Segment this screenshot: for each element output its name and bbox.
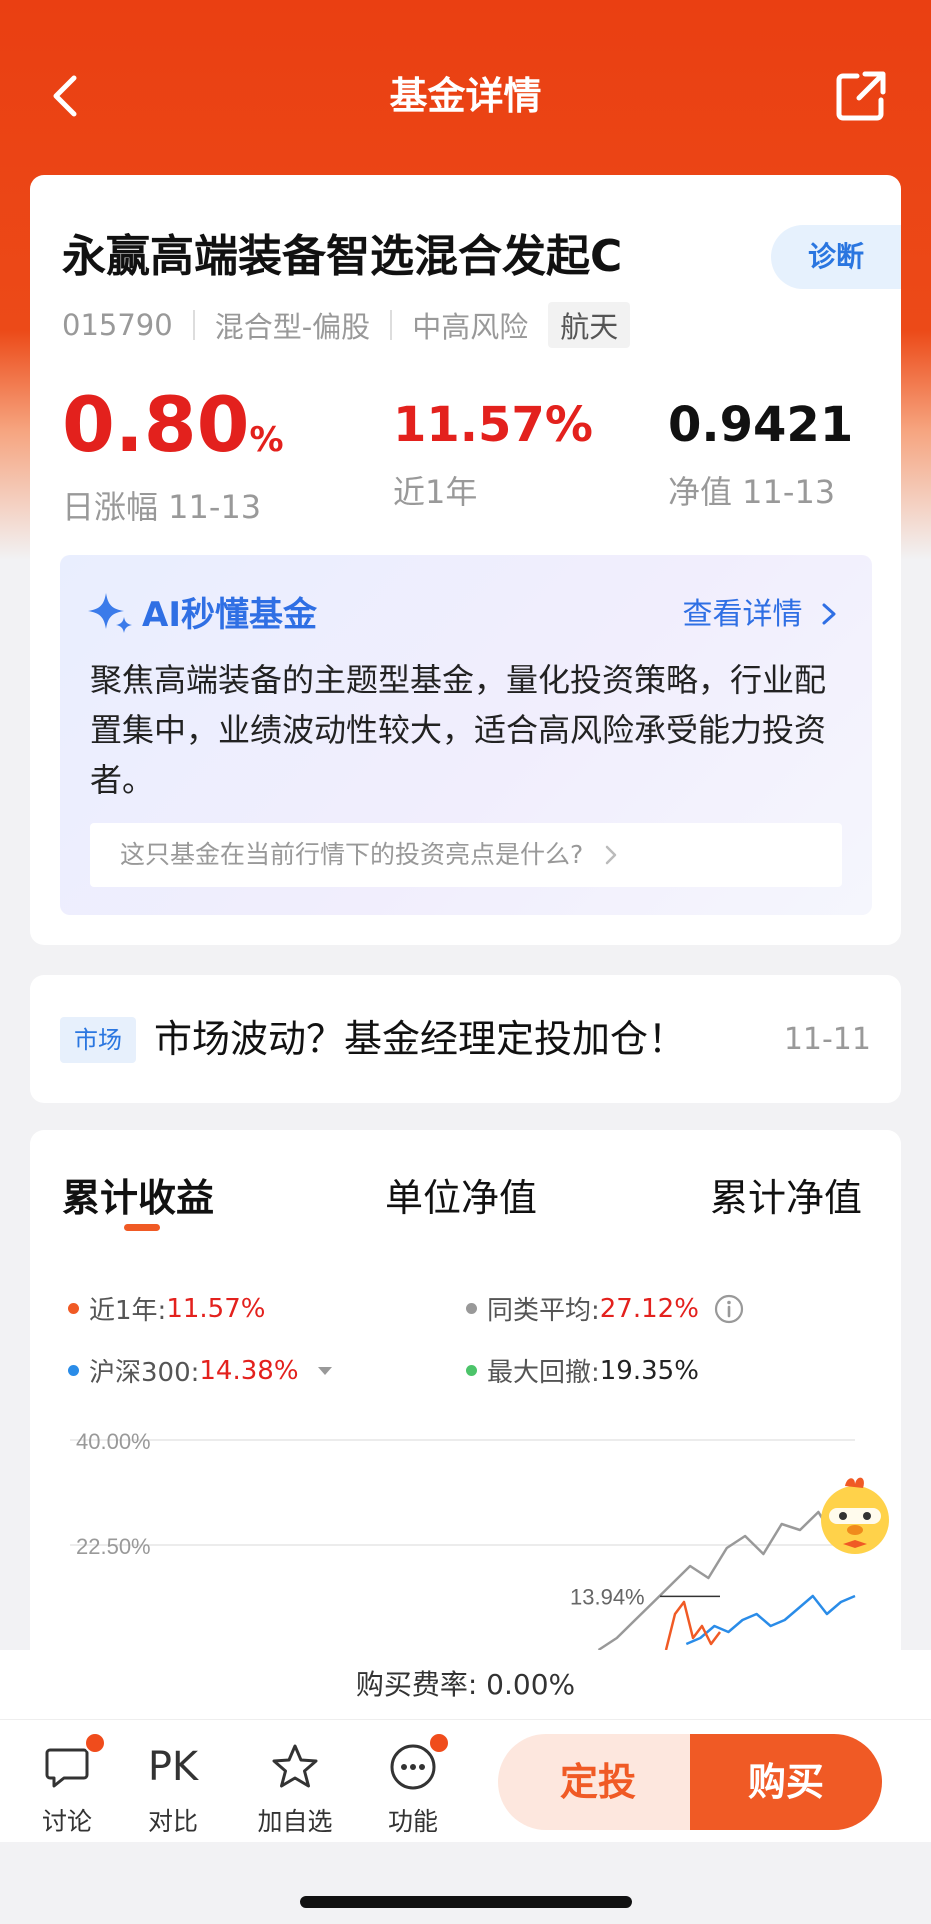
tab-unit-nav[interactable]: 单位净值 <box>385 1170 537 1226</box>
compare-button[interactable]: PK 对比 <box>128 1738 218 1838</box>
news-headline: 市场波动？基金经理定投加仓！ <box>154 1017 687 1061</box>
discuss-button[interactable]: 讨论 <box>22 1732 112 1838</box>
ai-view-details-label: 查看详情 <box>682 597 803 632</box>
performance-chart-card: 累计收益 单位净值 累计净值 近1年: 11.57% 同类平均: 27.12% 沪深… <box>30 1130 901 1670</box>
year-return-label: 近1年 <box>393 473 478 511</box>
home-indicator <box>300 1896 632 1908</box>
tab-cumulative-return[interactable]: 累计收益 <box>62 1170 214 1226</box>
legend-label: 同类平均: <box>487 1296 600 1326</box>
chart-tabs: 累计收益 单位净值 累计净值 <box>30 1170 901 1250</box>
nav-stat: 0.9421 净值 11-13 <box>668 380 853 514</box>
news-item[interactable]: 市场 市场波动？基金经理定投加仓！ 11-11 <box>30 975 901 1103</box>
daily-change-value: 0.80 <box>62 380 250 469</box>
legend-value: 27.12% <box>599 1293 699 1324</box>
purchase-fee: 购买费率: 0.00% <box>0 1650 931 1720</box>
chevron-right-icon <box>822 603 836 625</box>
share-icon[interactable] <box>831 66 891 126</box>
theme-tag[interactable]: 航天 <box>548 302 631 348</box>
add-watchlist-label: 加自选 <box>257 1807 333 1836</box>
year-return-stat: 11.57% 近1年 <box>393 380 593 514</box>
functions-button[interactable]: 功能 <box>368 1732 458 1838</box>
fund-meta: 015790 混合型-偏股 中高风险 航天 <box>62 302 631 348</box>
series-line <box>664 1600 721 1651</box>
ai-suggested-question[interactable]: 这只基金在当前行情下的投资亮点是什么? <box>90 823 842 887</box>
active-tab-indicator <box>124 1224 160 1231</box>
news-tag: 市场 <box>60 1017 136 1063</box>
daily-change-stat: 0.80% 日涨幅 11-13 <box>62 380 284 529</box>
diagnose-button[interactable]: 诊断 <box>771 225 901 289</box>
legend-fund: 近1年: 11.57% <box>68 1290 265 1327</box>
legend-label: 沪深300: <box>89 1358 200 1388</box>
divider <box>192 310 195 340</box>
legend-dot <box>466 1303 477 1314</box>
fund-code: 015790 <box>62 308 173 342</box>
notification-badge <box>428 1732 450 1754</box>
star-icon <box>272 1744 318 1788</box>
legend-dot <box>68 1365 79 1376</box>
series-line <box>685 1594 856 1646</box>
legend-value: 19.35% <box>599 1355 699 1386</box>
ai-view-details-link[interactable]: 查看详情 <box>682 589 838 633</box>
ai-summary-text: 聚焦高端装备的主题型基金，量化投资策略，行业配置集中，业绩波动性较大，适合高风险… <box>90 661 827 799</box>
legend-peer-average: 同类平均: 27.12% <box>466 1290 745 1327</box>
tab-cumulative-nav[interactable]: 累计净值 <box>710 1170 862 1226</box>
y-tick-label: 22.50% <box>76 1534 151 1559</box>
chat-icon <box>45 1748 89 1788</box>
buy-button[interactable]: 购买 <box>690 1734 882 1830</box>
legend-label: 最大回撤: <box>487 1358 600 1388</box>
fund-type: 混合型-偏股 <box>214 310 371 344</box>
legend-value: 14.38% <box>199 1355 299 1386</box>
info-icon[interactable] <box>713 1293 745 1325</box>
add-watchlist-button[interactable]: 加自选 <box>250 1738 340 1838</box>
divider <box>390 310 393 340</box>
legend-value: 11.57% <box>166 1293 266 1324</box>
nav-label: 净值 11-13 <box>668 473 836 511</box>
assistant-mascot-icon[interactable] <box>809 1470 901 1562</box>
chevron-right-icon <box>605 845 617 865</box>
compare-label: 对比 <box>147 1807 198 1836</box>
fund-risk: 中高风险 <box>412 310 529 344</box>
daily-change-label: 日涨幅 11-13 <box>62 488 262 526</box>
fund-summary-card: 永赢高端装备智选混合发起C 诊断 015790 混合型-偏股 中高风险 航天 0… <box>30 175 901 945</box>
fund-name: 永赢高端装备智选混合发起C <box>62 231 623 282</box>
y-tick-label: 40.00% <box>76 1429 151 1454</box>
ai-summary-panel: AI秒懂基金 查看详情 聚焦高端装备的主题型基金，量化投资策略，行业配置集中，业… <box>60 555 872 915</box>
notification-badge <box>84 1732 106 1754</box>
bottom-action-bar: 讨论 PK 对比 加自选 功能 定投 购买 <box>0 1720 931 1842</box>
home-indicator-area <box>0 1842 931 1924</box>
ai-title: AI秒懂基金 <box>142 595 317 635</box>
functions-label: 功能 <box>387 1807 438 1836</box>
pk-icon: PK <box>147 1744 199 1790</box>
year-return-value: 11.57% <box>393 397 593 453</box>
performance-chart[interactable]: 40.00% 22.50% 13.94% <box>30 1410 901 1670</box>
legend-drawdown: 最大回撤: 19.35% <box>466 1352 699 1389</box>
sparkle-icon <box>88 592 132 633</box>
daily-change-unit: % <box>249 420 284 460</box>
discuss-label: 讨论 <box>41 1807 92 1836</box>
caret-down-icon <box>317 1366 332 1375</box>
ai-header: AI秒懂基金 <box>88 587 317 636</box>
nav-bar: 基金详情 <box>0 40 931 152</box>
legend-dot <box>68 1303 79 1314</box>
ai-question-text: 这只基金在当前行情下的投资亮点是什么? <box>120 840 584 869</box>
annotation-label: 13.94% <box>570 1584 645 1609</box>
news-date: 11-11 <box>783 1022 871 1057</box>
legend-index[interactable]: 沪深300: 14.38% <box>68 1352 335 1389</box>
nav-value: 0.9421 <box>668 397 854 453</box>
legend-label: 近1年: <box>89 1296 167 1326</box>
auto-invest-button[interactable]: 定投 <box>498 1734 698 1830</box>
legend-dot <box>466 1365 477 1376</box>
page-title: 基金详情 <box>389 74 542 118</box>
